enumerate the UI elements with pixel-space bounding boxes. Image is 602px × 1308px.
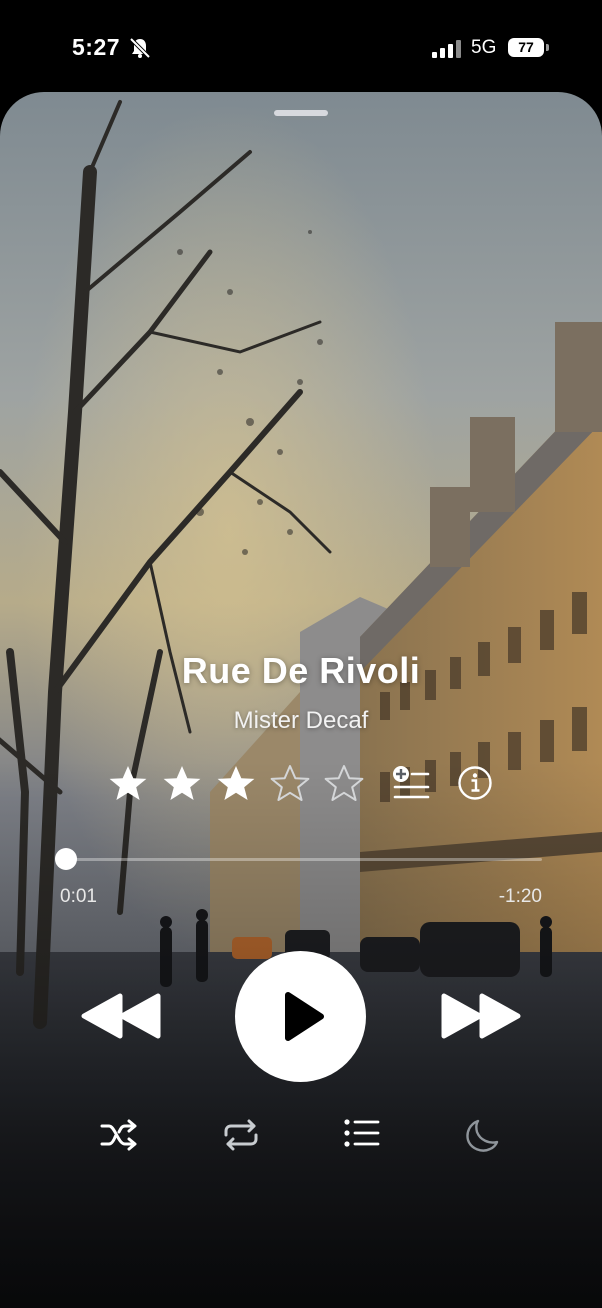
bell-slash-icon bbox=[129, 37, 151, 59]
queue-list-icon[interactable] bbox=[344, 1118, 380, 1148]
status-bar: 5:27 5G 77 bbox=[0, 0, 602, 92]
progress-track[interactable] bbox=[60, 858, 542, 861]
battery-icon: 77 bbox=[508, 38, 544, 57]
star-empty-icon[interactable] bbox=[270, 764, 310, 804]
star-filled-icon[interactable] bbox=[108, 764, 148, 804]
track-artist[interactable]: Mister Decaf bbox=[0, 707, 602, 735]
star-filled-icon[interactable] bbox=[216, 764, 256, 804]
time-elapsed: 0:01 bbox=[60, 886, 97, 907]
sheet-grabber[interactable] bbox=[274, 110, 328, 116]
play-icon bbox=[285, 992, 324, 1041]
album-artwork bbox=[0, 92, 602, 1308]
shuffle-icon[interactable] bbox=[100, 1118, 140, 1152]
star-filled-icon[interactable] bbox=[162, 764, 202, 804]
info-icon[interactable] bbox=[457, 765, 493, 801]
time-remaining: -1:20 bbox=[498, 886, 542, 907]
battery-tip bbox=[546, 44, 549, 51]
progress-scrubber-knob[interactable] bbox=[54, 848, 77, 870]
repeat-icon[interactable] bbox=[222, 1118, 260, 1152]
network-type: 5G bbox=[471, 37, 497, 58]
add-to-queue-icon[interactable] bbox=[392, 765, 430, 801]
star-empty-icon[interactable] bbox=[324, 764, 364, 804]
fast-forward-icon[interactable] bbox=[440, 992, 522, 1040]
sleep-timer-moon-icon[interactable] bbox=[464, 1118, 500, 1154]
now-playing-sheet bbox=[0, 92, 602, 1308]
play-button[interactable] bbox=[235, 951, 366, 1082]
rewind-icon[interactable] bbox=[80, 992, 162, 1040]
track-title: Rue De Rivoli bbox=[181, 650, 421, 691]
status-time: 5:27 bbox=[72, 34, 121, 60]
signal-bars-icon bbox=[432, 40, 461, 58]
